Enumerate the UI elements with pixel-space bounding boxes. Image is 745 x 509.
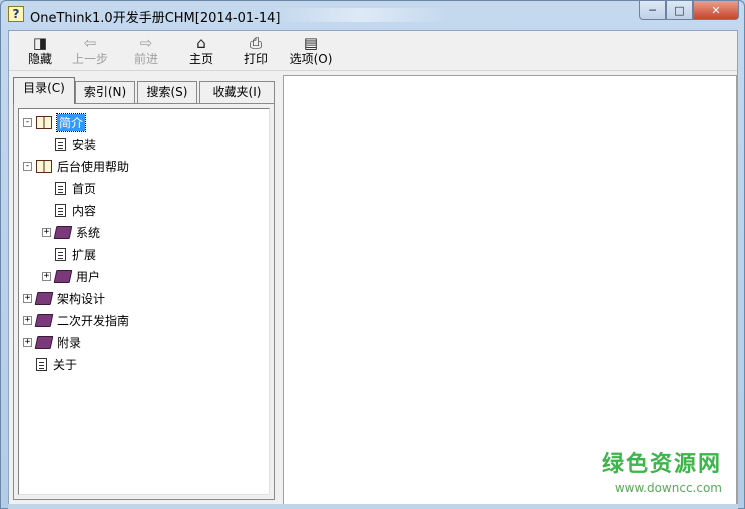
back-button[interactable]: ⇦ 上一步 xyxy=(65,34,115,70)
open-book-icon xyxy=(36,159,52,173)
expand-icon[interactable]: + xyxy=(23,315,32,325)
tree-item-label: 架构设计 xyxy=(57,291,106,306)
closed-book-icon xyxy=(34,313,54,327)
title-bar[interactable]: ? OneThink1.0开发手册CHM[2014-01-14] ─ □ ✕ xyxy=(1,1,744,29)
tree-item[interactable]: 首页 xyxy=(42,179,96,197)
collapse-icon[interactable]: - xyxy=(23,117,32,127)
tree-item[interactable]: 扩展 xyxy=(42,245,96,263)
tree-item-label: 关于 xyxy=(53,357,78,372)
toolbar: ◨ 隐藏 ⇦ 上一步 ⇨ 前进 ⌂ 主页 ⎙ 打印 ▤ 选项(O) xyxy=(9,31,737,71)
print-icon: ⎙ xyxy=(249,34,262,52)
hide-icon: ◨ xyxy=(32,34,48,52)
back-icon: ⇦ xyxy=(83,34,97,52)
options-label: 选项(O) xyxy=(289,52,333,66)
tree-item[interactable]: 安装 xyxy=(42,135,96,153)
watermark-url: www.downcc.com xyxy=(614,481,722,495)
closed-book-icon xyxy=(34,291,54,305)
home-button[interactable]: ⌂ 主页 xyxy=(176,34,226,70)
expand-icon[interactable]: + xyxy=(23,337,32,347)
home-icon: ⌂ xyxy=(196,34,206,52)
expand-icon[interactable]: + xyxy=(42,271,51,281)
title-glass xyxy=(271,8,451,22)
tree-item[interactable]: + 系统 xyxy=(42,223,100,241)
closed-book-icon xyxy=(53,269,73,283)
page-icon xyxy=(55,137,66,151)
open-book-icon xyxy=(36,115,52,129)
tree-item-label: 安装 xyxy=(72,137,97,152)
back-label: 上一步 xyxy=(71,52,108,66)
help-window: ? OneThink1.0开发手册CHM[2014-01-14] ─ □ ✕ ◨… xyxy=(0,0,745,509)
forward-icon: ⇨ xyxy=(139,34,153,52)
contents-tree[interactable]: - 简介安装 - 后台使用帮助首页内容 + 系统扩展 + 用户 + 架构设计 + 二次开发指南 + 附录关… xyxy=(18,108,270,495)
close-button[interactable]: ✕ xyxy=(693,1,739,20)
client-area: ◨ 隐藏 ⇦ 上一步 ⇨ 前进 ⌂ 主页 ⎙ 打印 ▤ 选项(O) 目录(C) … xyxy=(8,30,738,505)
tree-item-label: 简介 xyxy=(55,112,87,132)
tree-item-label: 附录 xyxy=(57,335,82,350)
watermark-name: 绿色资源网 xyxy=(601,452,722,477)
tree-item-label: 后台使用帮助 xyxy=(57,159,130,174)
tree-item[interactable]: + 架构设计 xyxy=(23,289,105,307)
tree-frame: - 简介安装 - 后台使用帮助首页内容 + 系统扩展 + 用户 + 架构设计 + 二次开发指南 + 附录关… xyxy=(13,103,275,500)
tree-item-label: 首页 xyxy=(72,181,97,196)
tab-index[interactable]: 索引(N) xyxy=(75,81,135,103)
options-button[interactable]: ▤ 选项(O) xyxy=(286,34,336,70)
minimize-button[interactable]: ─ xyxy=(639,1,666,20)
options-icon: ▤ xyxy=(303,34,319,52)
tree-item-label: 系统 xyxy=(76,225,101,240)
tab-favorites[interactable]: 收藏夹(I) xyxy=(199,81,275,103)
tree-item[interactable]: 内容 xyxy=(42,201,96,219)
closed-book-icon xyxy=(34,335,54,349)
tree-item[interactable]: + 附录 xyxy=(23,333,81,351)
hide-button[interactable]: ◨ 隐藏 xyxy=(15,34,65,70)
tree-item[interactable]: - 简介 xyxy=(23,112,87,132)
page-icon xyxy=(36,357,47,371)
home-label: 主页 xyxy=(188,52,213,66)
help-app-icon[interactable]: ? xyxy=(8,6,24,22)
topic-content-pane[interactable]: 绿色资源网 www.downcc.com xyxy=(283,75,737,505)
page-icon xyxy=(55,247,66,261)
page-icon xyxy=(55,181,66,195)
expand-icon[interactable]: + xyxy=(23,293,32,303)
tree-item-label: 内容 xyxy=(72,203,97,218)
tab-search[interactable]: 搜索(S) xyxy=(137,81,197,103)
expand-icon[interactable]: + xyxy=(42,227,51,237)
window-title: OneThink1.0开发手册CHM[2014-01-14] xyxy=(30,11,281,26)
maximize-button[interactable]: □ xyxy=(666,1,693,20)
navigation-pane: 目录(C) 索引(N) 搜索(S) 收藏夹(I) - 简介安装 - 后台使用帮助首页内… xyxy=(9,75,279,505)
tree-item-label: 扩展 xyxy=(72,247,97,262)
hide-label: 隐藏 xyxy=(27,52,52,66)
closed-book-icon xyxy=(53,225,73,239)
print-button[interactable]: ⎙ 打印 xyxy=(231,34,281,70)
print-label: 打印 xyxy=(243,52,268,66)
forward-label: 前进 xyxy=(133,52,158,66)
tab-contents[interactable]: 目录(C) xyxy=(13,77,75,104)
tree-item[interactable]: 关于 xyxy=(23,355,77,373)
forward-button[interactable]: ⇨ 前进 xyxy=(121,34,171,70)
page-icon xyxy=(55,203,66,217)
tree-item[interactable]: - 后台使用帮助 xyxy=(23,157,129,175)
nav-tabs: 目录(C) 索引(N) 搜索(S) 收藏夹(I) xyxy=(13,77,275,104)
tree-item-label: 用户 xyxy=(76,269,101,284)
tree-item[interactable]: + 二次开发指南 xyxy=(23,311,129,329)
collapse-icon[interactable]: - xyxy=(23,161,32,171)
tree-item[interactable]: + 用户 xyxy=(42,267,100,285)
window-bottom-edge xyxy=(8,504,738,509)
tree-item-label: 二次开发指南 xyxy=(57,313,130,328)
